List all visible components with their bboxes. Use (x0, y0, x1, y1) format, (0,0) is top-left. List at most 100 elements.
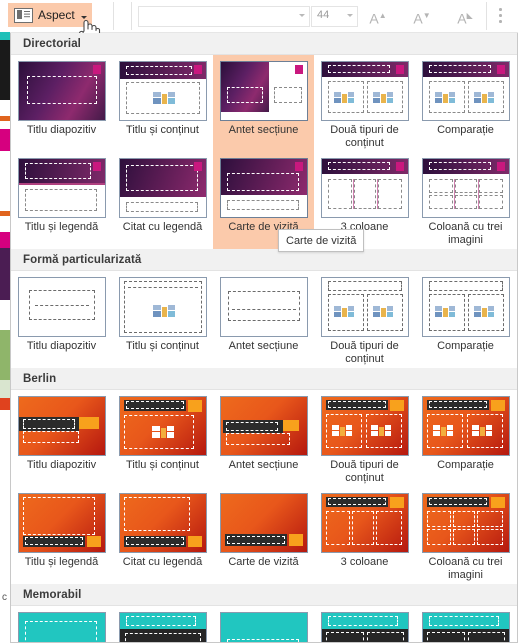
clear-formatting-icon[interactable]: A◣ (452, 6, 478, 27)
placeholder-outline (428, 195, 453, 209)
placeholder-outline (226, 536, 285, 544)
layout-thumbnail[interactable] (219, 493, 308, 553)
layout-thumbnail[interactable] (17, 493, 106, 553)
layout-item-comparison[interactable]: Comparație (415, 606, 516, 642)
placeholder-outline (426, 511, 451, 527)
layout-thumbnail[interactable] (17, 396, 106, 456)
layout-thumbnail[interactable] (421, 612, 510, 642)
layout-thumbnail[interactable] (17, 61, 106, 121)
font-name-combobox[interactable] (138, 6, 310, 27)
gallery-row: Titlu diapozitivTitlu și conținutAntet s… (11, 606, 517, 642)
layout-item-quote-caption[interactable]: Citat cu legendă (112, 487, 213, 584)
layout-item-comparison[interactable]: Comparație (415, 55, 516, 152)
placeholder-outline (327, 281, 402, 291)
layout-thumbnail[interactable] (17, 612, 106, 642)
layout-thumbnail[interactable] (219, 277, 308, 337)
content-placeholder-icon (370, 425, 392, 437)
layout-item-two-content[interactable]: Două tipuri de conținut (314, 55, 415, 152)
layout-item-title-slide[interactable]: Titlu diapozitiv (11, 390, 112, 487)
ribbon-separator (131, 2, 132, 30)
layout-item-label: Două tipuri de conținut (330, 459, 399, 484)
column-divider (453, 179, 455, 209)
placeholder-outline (22, 431, 79, 443)
layout-thumbnail[interactable] (320, 277, 409, 337)
layout-thumbnail[interactable] (118, 61, 207, 121)
placeholder-outline (225, 422, 278, 431)
layout-item-label: 3 coloane (340, 556, 389, 568)
layout-item-section-header[interactable]: Antet secțiune (213, 606, 314, 642)
placeholder-outline (478, 179, 503, 193)
ribbon-separator (113, 2, 114, 30)
layout-thumbnail[interactable] (421, 61, 510, 121)
layout-item-label: Comparație (437, 459, 494, 471)
aspect-button[interactable]: Aspect (8, 3, 92, 27)
placeholder-outline (123, 497, 190, 531)
layout-item-quote-caption[interactable]: Citat cu legendă (112, 152, 213, 249)
layout-thumbnail[interactable] (118, 612, 207, 642)
layout-item-title-content[interactable]: Titlu și conținut (112, 390, 213, 487)
layout-item-title-slide[interactable]: Titlu diapozitiv (11, 271, 112, 368)
text-line (34, 305, 89, 306)
layout-item-title-content[interactable]: Titlu și conținut (112, 55, 213, 152)
layout-thumbnail[interactable] (320, 493, 409, 553)
layout-item-title-caption[interactable]: Titlu și legendă (11, 487, 112, 584)
placeholder-outline (375, 511, 402, 545)
layout-item-title-content[interactable]: Titlu și conținut (112, 606, 213, 642)
layout-thumbnail[interactable] (320, 396, 409, 456)
content-placeholder-icon (473, 306, 495, 318)
layout-thumbnail[interactable] (118, 158, 207, 218)
more-options-icon[interactable] (499, 8, 502, 23)
layout-item-title-caption[interactable]: Titlu și legendă (11, 152, 112, 249)
thumbnail-strip (0, 330, 10, 380)
decrease-font-size-icon[interactable]: A▼ (409, 6, 435, 27)
layout-thumbnail[interactable] (421, 396, 510, 456)
layout-item-title-slide[interactable]: Titlu diapozitiv (11, 55, 112, 152)
layout-thumbnail[interactable] (118, 396, 207, 456)
layout-item-title-content[interactable]: Titlu și conținut (112, 271, 213, 368)
layout-item-label: Titlu diapozitiv (26, 459, 97, 471)
layout-thumbnail[interactable] (219, 158, 308, 218)
layout-item-section-header[interactable]: Antet secțiune (213, 55, 314, 152)
increase-font-size-icon[interactable]: A▲ (365, 6, 391, 27)
layout-thumbnail[interactable] (118, 277, 207, 337)
placeholder-outline (428, 616, 499, 626)
layout-thumbnail[interactable] (219, 396, 308, 456)
layout-item-three-picture-column[interactable]: Coloană cu trei imagini (415, 152, 516, 249)
placeholder-outline (226, 200, 299, 210)
divider (18, 183, 105, 185)
layout-item-two-content[interactable]: Două tipuri de conținut (314, 390, 415, 487)
layout-item-two-content[interactable]: Două tipuri de conținut (314, 606, 415, 642)
layout-item-comparison[interactable]: Comparație (415, 390, 516, 487)
layout-thumbnail[interactable] (320, 158, 409, 218)
layout-thumbnail[interactable] (421, 277, 510, 337)
layout-item-section-header[interactable]: Antet secțiune (213, 271, 314, 368)
layout-item-title-slide[interactable]: Titlu diapozitiv (11, 606, 112, 642)
layout-thumbnail[interactable] (17, 158, 106, 218)
layout-item-two-content[interactable]: Două tipuri de conținut (314, 271, 415, 368)
layout-thumbnail[interactable] (219, 612, 308, 642)
placeholder-outline (327, 498, 386, 505)
placeholder-outline (24, 189, 97, 211)
layout-thumbnail[interactable] (17, 277, 106, 337)
thumbnail-block (86, 536, 101, 547)
layout-thumbnail[interactable] (118, 493, 207, 553)
gallery-group-header: Berlin (11, 368, 517, 390)
layout-item-three-column[interactable]: 3 coloane (314, 487, 415, 584)
layout-thumbnail[interactable] (320, 612, 409, 642)
layout-thumbnail[interactable] (421, 493, 510, 553)
layout-item-business-card[interactable]: Carte de vizită (213, 487, 314, 584)
thumbnail-block (490, 497, 505, 508)
layout-item-section-header[interactable]: Antet secțiune (213, 390, 314, 487)
placeholder-outline (426, 632, 465, 642)
layout-thumbnail[interactable] (219, 61, 308, 121)
content-placeholder-icon (471, 425, 493, 437)
layout-thumbnail[interactable] (320, 61, 409, 121)
layout-item-comparison[interactable]: Comparație (415, 271, 516, 368)
content-placeholder-icon (151, 426, 174, 438)
layout-thumbnail[interactable] (421, 158, 510, 218)
layout-item-three-picture-column[interactable]: Coloană cu trei imagini (415, 487, 516, 584)
font-size-combobox[interactable]: 44 (311, 6, 358, 27)
placeholder-outline (452, 511, 475, 527)
placeholder-outline (327, 162, 390, 170)
gallery-row: Titlu și legendă Citat cu legendă Carte de… (11, 487, 517, 584)
